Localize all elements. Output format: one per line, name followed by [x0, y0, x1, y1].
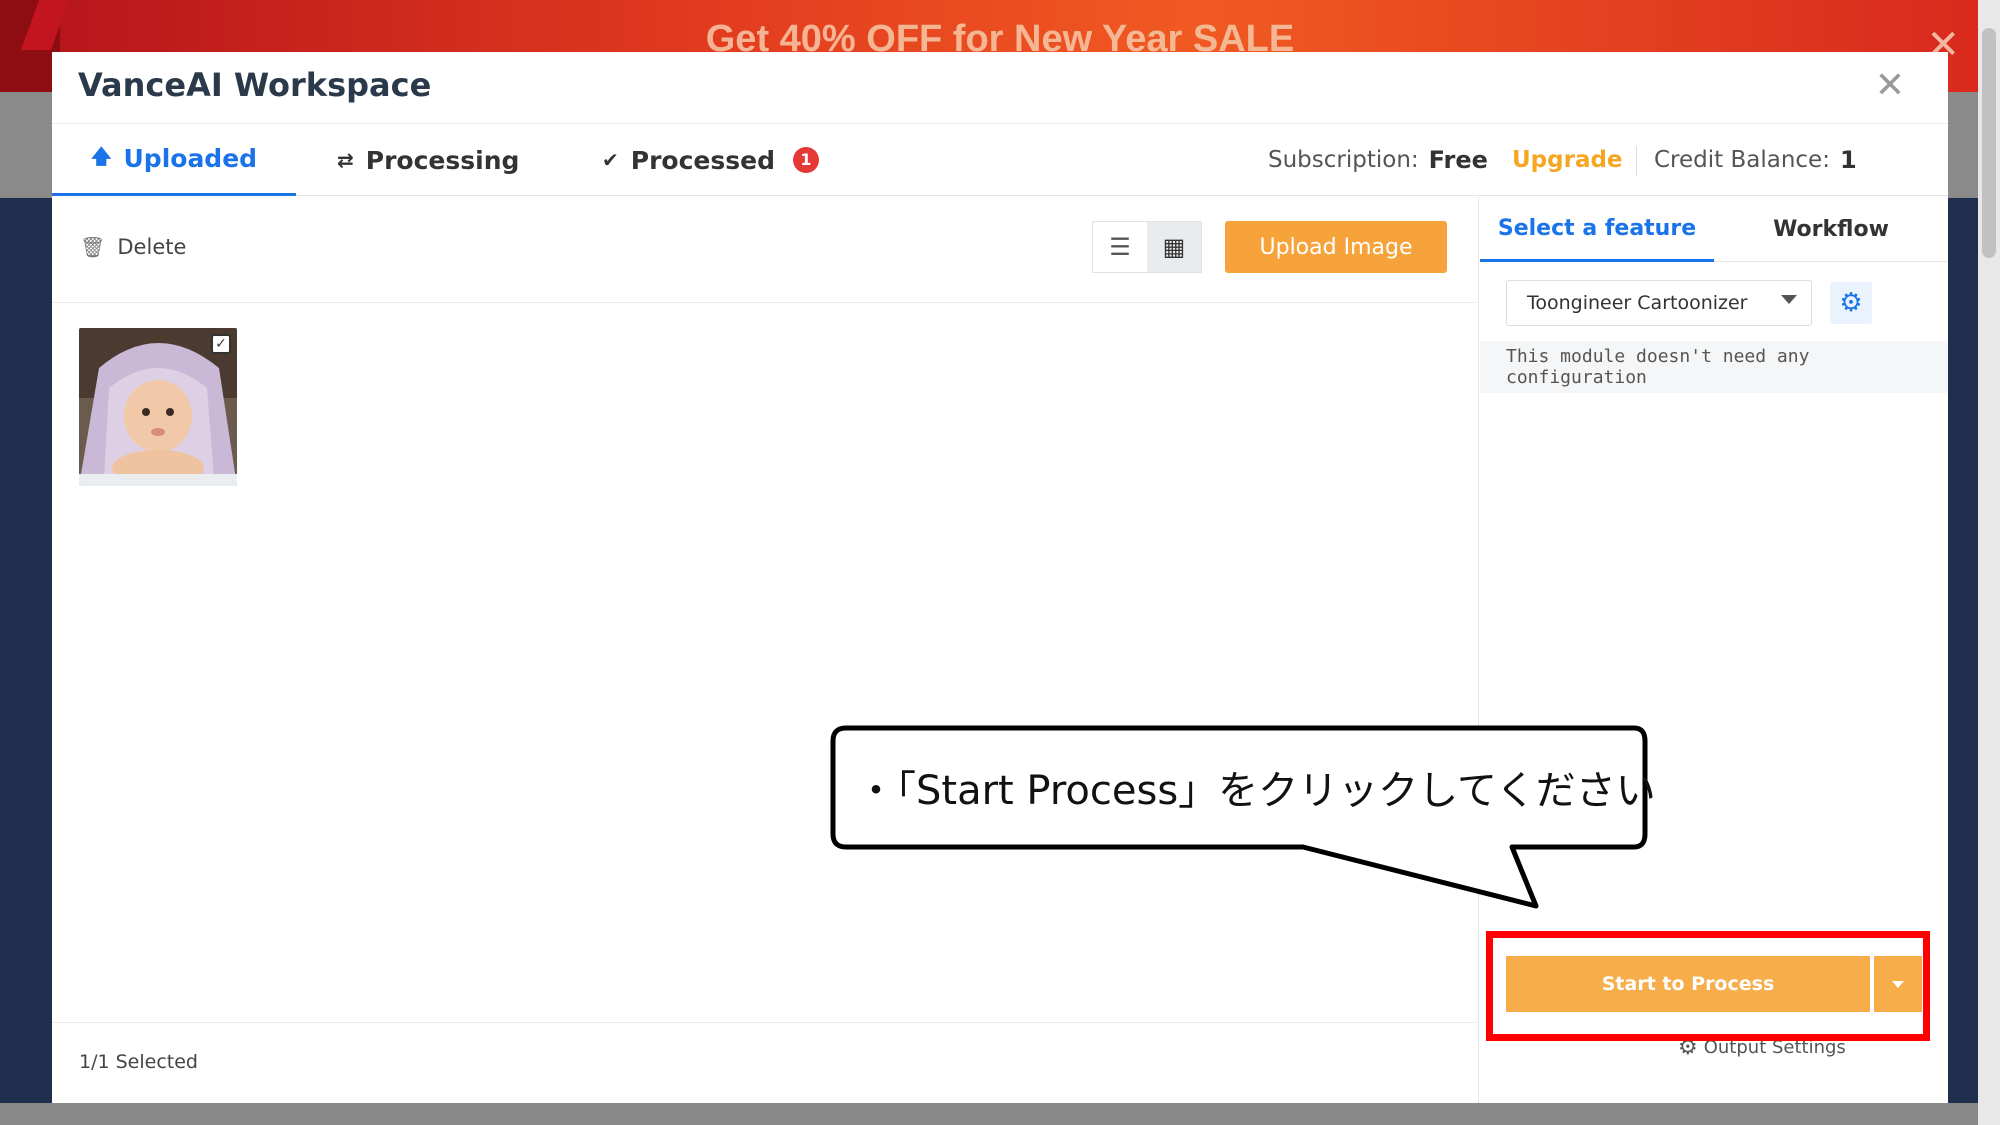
tab-processing[interactable]: ⇄ Processing	[337, 124, 519, 196]
divider	[1636, 146, 1637, 176]
chevron-down-icon	[1781, 295, 1797, 304]
thumbnail-checkbox[interactable]: ✓	[211, 334, 231, 354]
upgrade-link[interactable]: Upgrade	[1512, 124, 1623, 196]
uploaded-image-thumbnail[interactable]: ✓	[79, 328, 237, 486]
speech-bubble	[830, 725, 1648, 909]
tab-uploaded[interactable]: 🡅 Uploaded	[52, 124, 296, 196]
background-bottom-strip	[0, 1103, 2000, 1125]
selected-count: 1/1 Selected	[79, 1051, 198, 1073]
subscription-info: Subscription: Free	[1268, 124, 1488, 196]
list-view-icon[interactable]: ☰	[1093, 222, 1147, 272]
tab-select-feature[interactable]: Select a feature	[1480, 197, 1714, 262]
page-scrollbar[interactable]	[1978, 0, 2000, 1125]
view-mode-toggle: ☰ ▦	[1092, 221, 1202, 273]
image-list-panel: 🗑 Delete ☰ ▦ Upload Image ✓ 1/1 Selected	[52, 197, 1479, 1103]
credit-value: 1	[1839, 146, 1857, 174]
highlight-frame	[1486, 931, 1930, 1041]
callout-text: ・「Start Process」をクリックしてください	[856, 768, 1656, 814]
gear-icon[interactable]: ⚙	[1830, 282, 1872, 324]
upload-image-button[interactable]: Upload Image	[1225, 221, 1447, 273]
modal-title: VanceAI Workspace	[78, 66, 432, 104]
workspace-tabs: 🡅 Uploaded ⇄ Processing ✔ Processed 1 Su…	[52, 124, 1948, 196]
tab-workflow[interactable]: Workflow	[1714, 197, 1948, 262]
tab-processed-label: Processed	[630, 145, 775, 175]
processed-count-badge: 1	[792, 147, 819, 173]
image-toolbar: 🗑 Delete ☰ ▦ Upload Image	[52, 197, 1479, 303]
upload-arrow-icon: 🡅	[90, 143, 112, 168]
modal-header: VanceAI Workspace ✕	[52, 52, 1948, 124]
config-note: This module doesn't need any configurati…	[1480, 341, 1948, 393]
feature-select-value: Toongineer Cartoonizer	[1527, 292, 1748, 314]
delete-button[interactable]: 🗑 Delete	[80, 235, 186, 259]
grid-view-icon[interactable]: ▦	[1147, 222, 1201, 272]
feature-select[interactable]: Toongineer Cartoonizer	[1506, 280, 1812, 326]
subscription-label: Subscription:	[1268, 147, 1419, 173]
check-circle-icon: ✔	[602, 148, 619, 172]
refresh-icon: ⇄	[337, 148, 354, 172]
credit-label: Credit Balance:	[1654, 147, 1830, 173]
credit-balance: Credit Balance: 1	[1654, 124, 1857, 196]
tab-processing-label: Processing	[365, 145, 520, 175]
feature-tabs: Select a feature Workflow	[1480, 197, 1948, 262]
tab-processed[interactable]: ✔ Processed 1	[602, 124, 819, 196]
delete-label: Delete	[117, 235, 187, 259]
selection-footer: 1/1 Selected	[52, 1022, 1479, 1103]
close-icon[interactable]: ✕	[1870, 66, 1910, 106]
subscription-value: Free	[1428, 146, 1488, 174]
trash-icon: 🗑	[80, 235, 106, 259]
tab-uploaded-label: Uploaded	[123, 144, 258, 173]
scrollbar-thumb[interactable]	[1982, 28, 1996, 258]
